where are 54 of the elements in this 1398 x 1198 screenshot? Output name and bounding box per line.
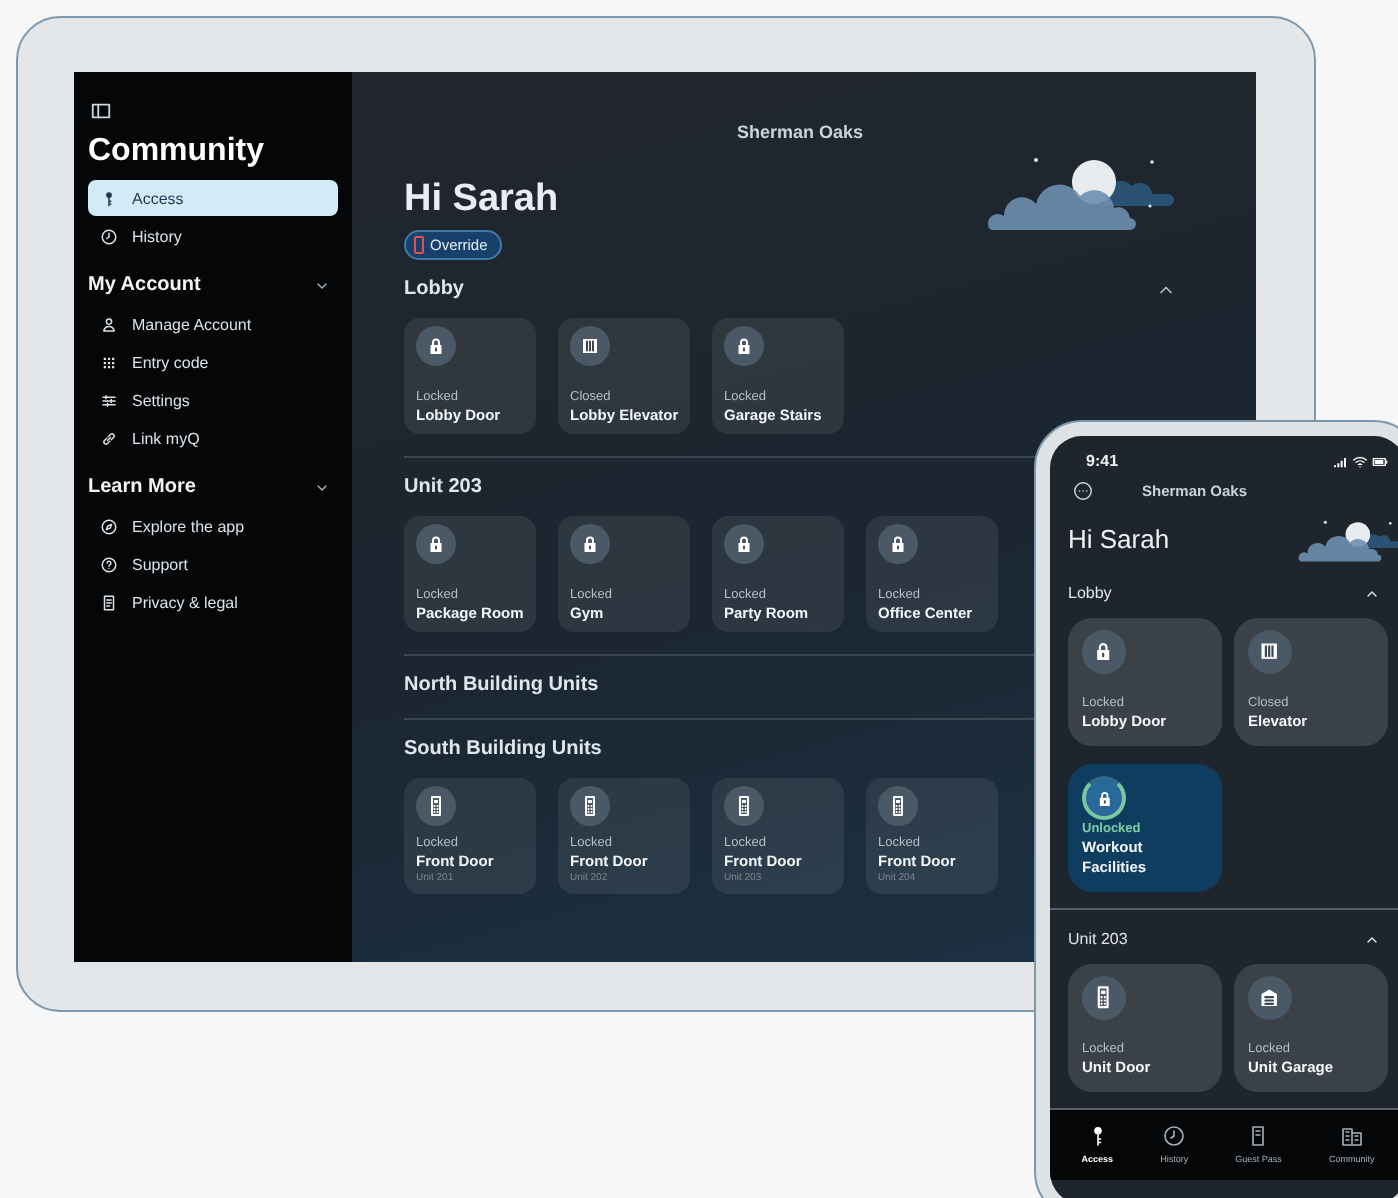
lock-icon xyxy=(724,326,764,366)
elevator-icon xyxy=(570,326,610,366)
keypad-lock-icon xyxy=(416,786,456,826)
lock-icon xyxy=(1082,630,1126,674)
sidebar-item[interactable]: History xyxy=(88,218,338,254)
compass-icon xyxy=(100,517,118,535)
greeting: Hi Sarah xyxy=(1068,524,1170,554)
lock-icon xyxy=(570,524,610,564)
status-time: 9:41 xyxy=(1086,452,1119,470)
key-icon xyxy=(100,189,118,207)
person-icon xyxy=(100,315,118,333)
clock-icon xyxy=(100,227,118,245)
link-icon xyxy=(100,429,118,447)
sidebar-item[interactable]: Manage Account xyxy=(88,306,338,342)
lock-icon xyxy=(416,326,456,366)
keypad-grid-icon xyxy=(100,353,118,371)
garage-icon xyxy=(1248,976,1292,1020)
sidebar-group-title: Learn More xyxy=(88,476,196,498)
section-title: Unit 203 xyxy=(404,476,482,498)
lock-icon xyxy=(416,524,456,564)
sidebar-item[interactable]: Support xyxy=(88,546,338,582)
keypad-lock-icon xyxy=(570,786,610,826)
sidebar-item[interactable]: Access xyxy=(88,180,338,216)
sidebar-item[interactable]: Settings xyxy=(88,382,338,418)
lock-icon xyxy=(878,524,918,564)
wifi-icon xyxy=(1352,453,1368,469)
sidebar-item[interactable]: Privacy & legal xyxy=(88,584,338,620)
section-title: Lobby xyxy=(1068,584,1112,602)
keypad-lock-icon xyxy=(1082,976,1126,1020)
keypad-lock-icon xyxy=(878,786,918,826)
sidebar-item[interactable]: Link myQ xyxy=(88,420,338,456)
help-icon xyxy=(100,555,118,573)
building-icon xyxy=(1339,1124,1364,1148)
battery-icon xyxy=(1372,453,1388,469)
section-title: North Building Units xyxy=(404,674,599,696)
greeting: Hi Sarah xyxy=(404,178,559,222)
lock-icon xyxy=(724,524,764,564)
document-icon xyxy=(100,593,118,611)
clock-icon xyxy=(1162,1124,1187,1148)
sidebar-group-title: My Account xyxy=(88,274,201,296)
section-title: Lobby xyxy=(404,278,464,300)
more-icon[interactable] xyxy=(1072,480,1094,502)
keypad-lock-icon xyxy=(724,786,764,826)
section-title: Unit 203 xyxy=(1068,930,1128,948)
lock-icon xyxy=(1082,776,1126,820)
location-title: Sherman Oaks xyxy=(734,122,866,142)
signal-icon xyxy=(1332,453,1348,469)
section-title: South Building Units xyxy=(404,738,602,760)
elevator-icon xyxy=(1248,630,1292,674)
sidebar-toggle-icon[interactable] xyxy=(90,100,112,122)
sliders-icon xyxy=(100,391,118,409)
sidebar-item[interactable]: Explore the app xyxy=(88,508,338,544)
sidebar-item[interactable]: Entry code xyxy=(88,344,338,380)
sidebar-title: Community xyxy=(88,134,266,170)
